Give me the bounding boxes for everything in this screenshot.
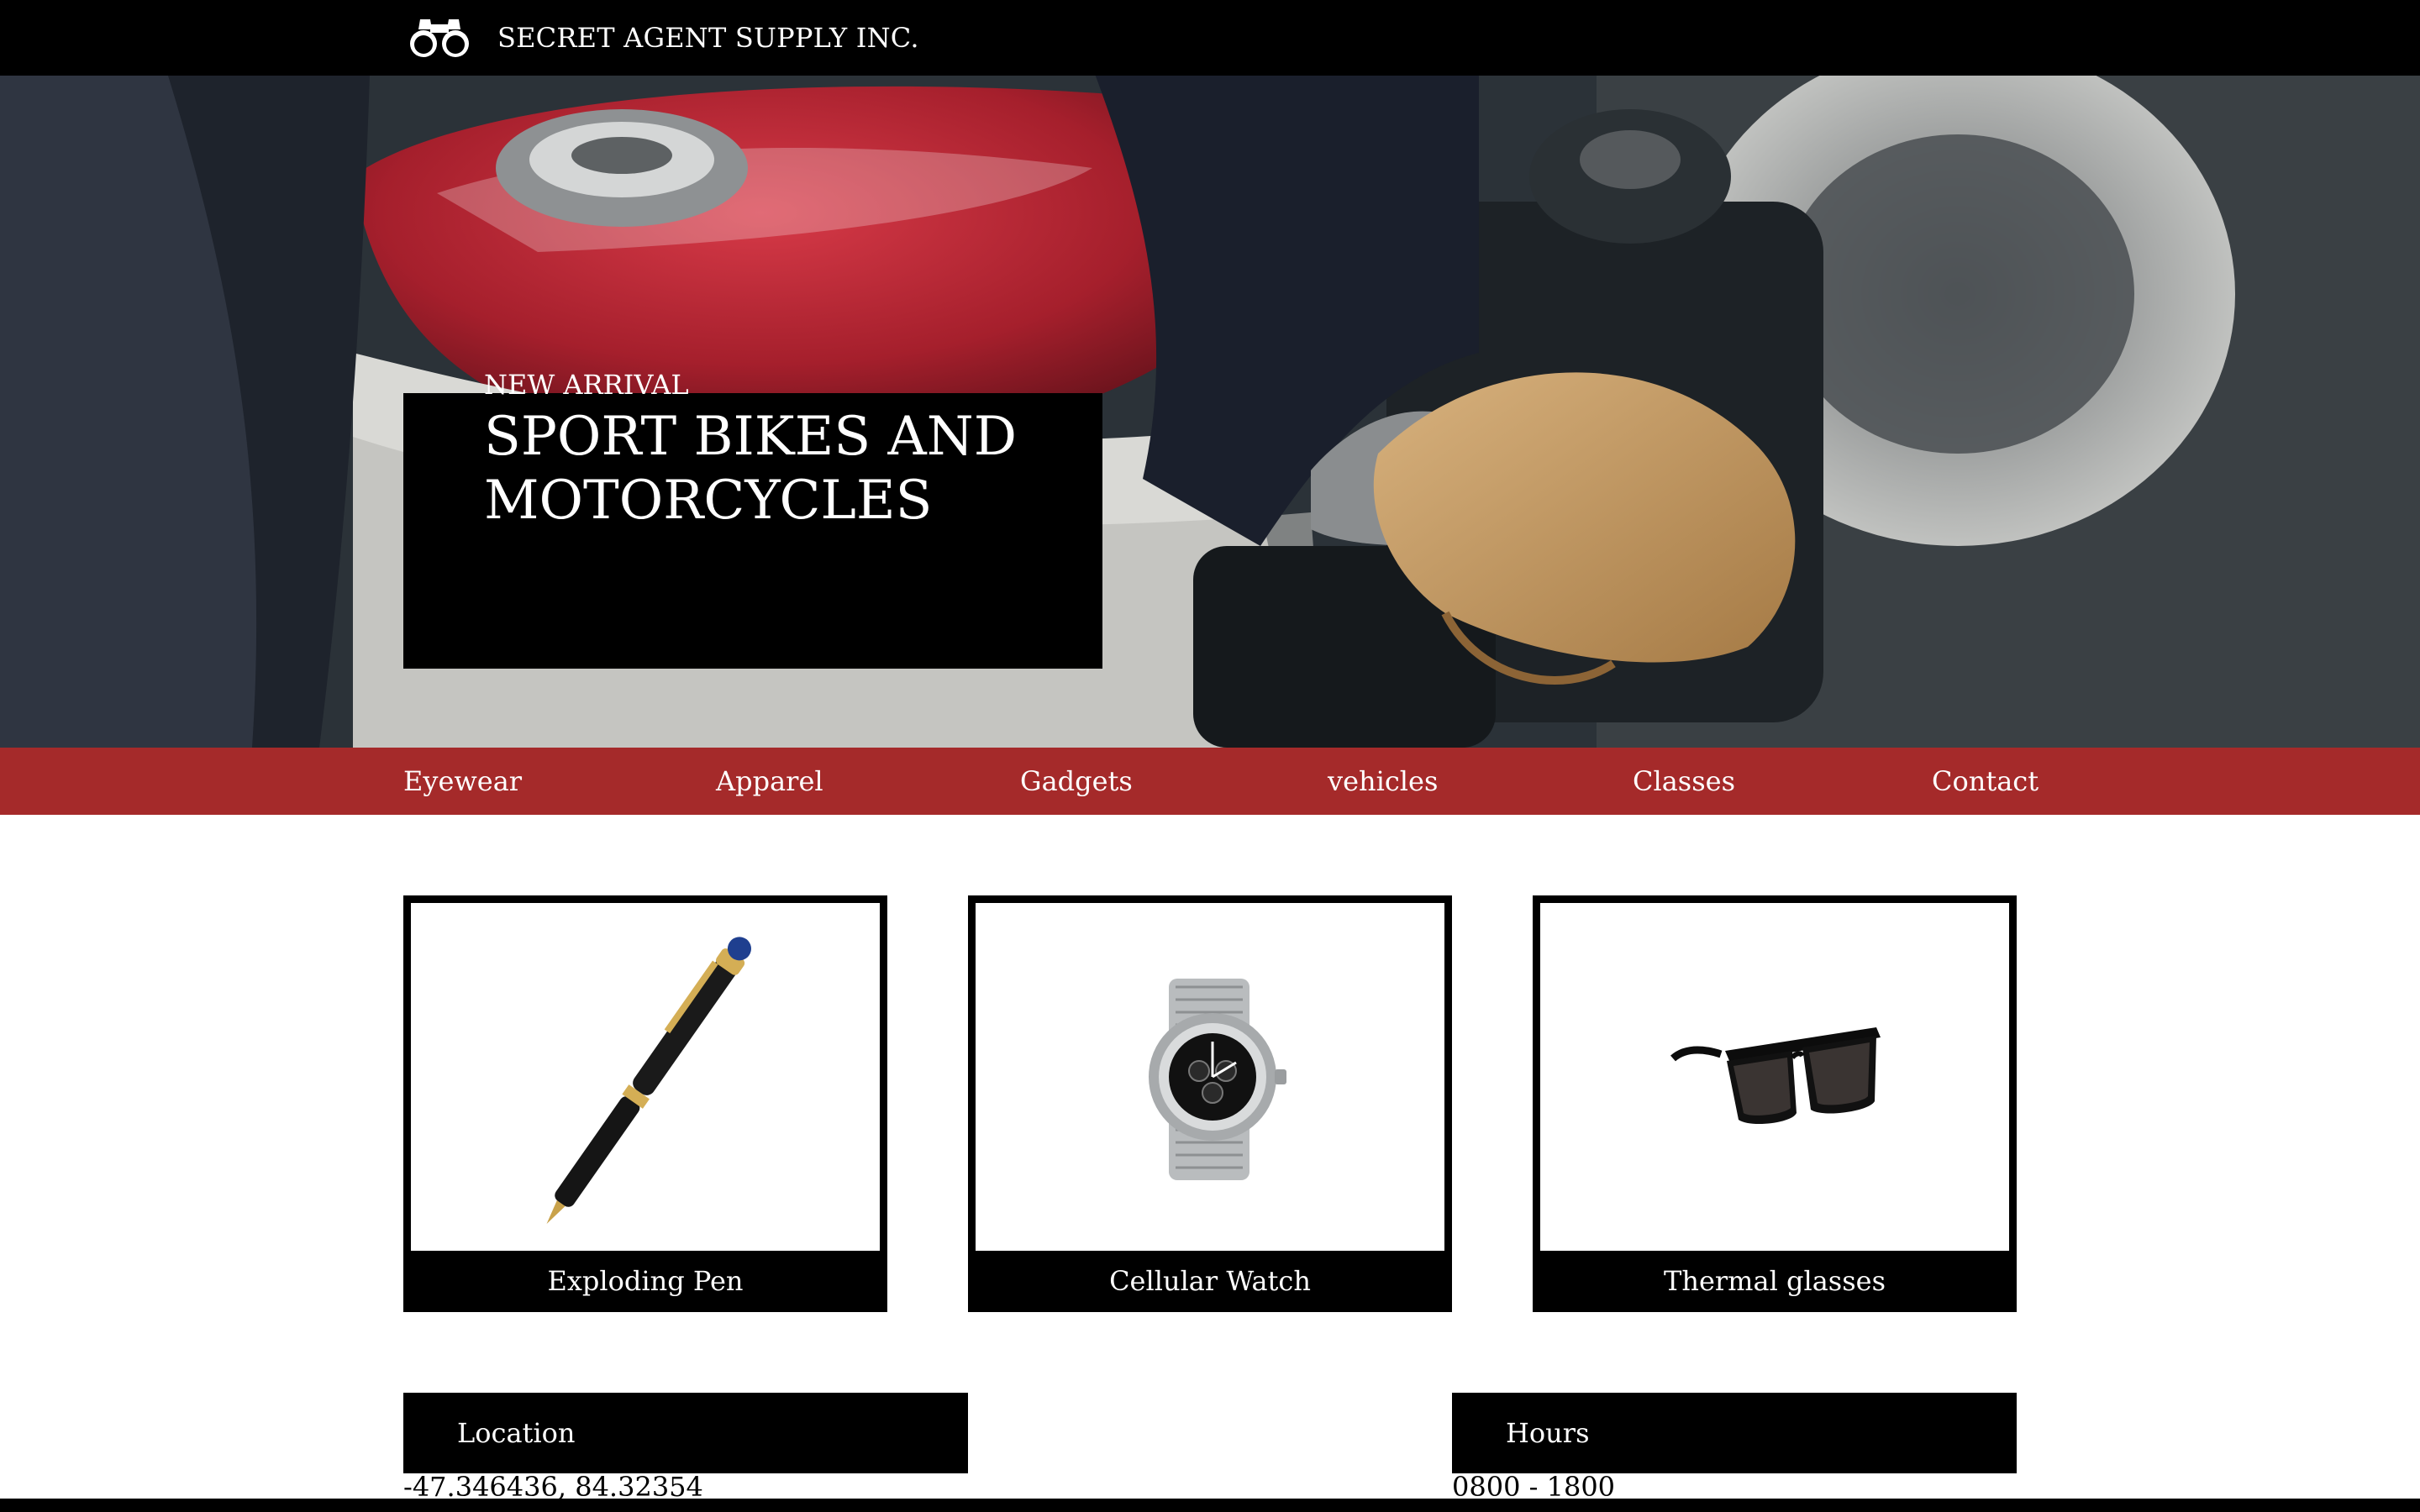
product-card-glasses[interactable]: Thermal glasses	[1533, 895, 2017, 1312]
sunglasses-icon	[1670, 1027, 1881, 1125]
product-label[interactable]: Cellular Watch	[968, 1251, 1452, 1312]
product-image[interactable]	[1540, 903, 2009, 1251]
hero-banner	[0, 76, 2420, 748]
location-heading-box: Location	[403, 1393, 968, 1473]
nav-item-gadgets[interactable]: Gadgets	[1020, 764, 1133, 799]
top-header: SECRET AGENT SUPPLY INC.	[0, 0, 2420, 76]
product-label[interactable]: Thermal glasses	[1533, 1251, 2017, 1312]
hero-title[interactable]: SPORT BIKES AND MOTORCYCLES	[484, 405, 1072, 533]
hero-kicker: NEW ARRIVAL	[484, 369, 689, 401]
binoculars-icon[interactable]	[408, 16, 471, 60]
product-card-watch[interactable]: Cellular Watch	[968, 895, 1452, 1312]
hours-heading-box: Hours	[1452, 1393, 2017, 1473]
nav-item-contact[interactable]: Contact	[1932, 764, 2039, 799]
nav-item-eyewear[interactable]: Eyewear	[403, 764, 522, 799]
hours-heading: Hours	[1506, 1417, 1590, 1449]
nav-item-apparel[interactable]: Apparel	[716, 764, 823, 799]
footer-bar	[0, 1499, 2420, 1512]
location-heading: Location	[457, 1417, 576, 1449]
pen-icon	[546, 937, 751, 1225]
copyright-text: Copyright Secret Agent Supply Inc.	[403, 1497, 889, 1512]
product-image[interactable]	[411, 903, 880, 1251]
nav-item-vehicles[interactable]: vehicles	[1328, 764, 1438, 799]
product-card-pen[interactable]: Exploding Pen	[403, 895, 887, 1312]
category-nav: Eyewear Apparel Gadgets vehicles Classes…	[0, 748, 2420, 815]
hero-image	[0, 76, 2420, 748]
nav-item-classes[interactable]: Classes	[1633, 764, 1735, 799]
watch-icon	[1149, 979, 1286, 1180]
product-image[interactable]	[976, 903, 1444, 1251]
product-label[interactable]: Exploding Pen	[403, 1251, 887, 1312]
brand-name[interactable]: SECRET AGENT SUPPLY INC.	[497, 20, 919, 55]
